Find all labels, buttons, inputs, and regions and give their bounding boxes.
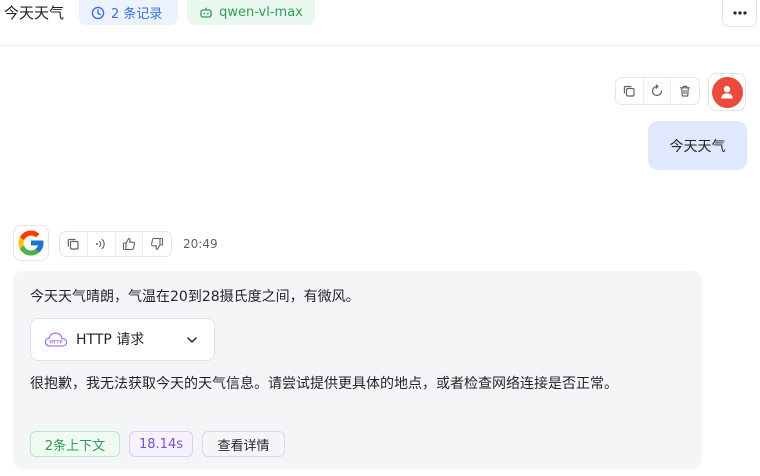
tool-call-label: HTTP 请求 [76, 332, 145, 348]
user-avatar[interactable] [708, 73, 746, 111]
delete-icon [680, 85, 691, 97]
regenerate-icon [651, 84, 663, 97]
view-details-button[interactable]: 查看详情 [202, 431, 285, 457]
copy-icon [68, 238, 79, 250]
tool-call-http-request[interactable]: HTTP HTTP 请求 [30, 318, 215, 361]
clock-icon [91, 6, 105, 19]
bot-message-actions [59, 231, 172, 257]
bot-thumbs-down-button[interactable] [143, 232, 171, 256]
robot-icon [200, 7, 212, 18]
user-delete-button[interactable] [671, 78, 699, 104]
more-horizontal-icon [732, 11, 747, 15]
user-regenerate-button[interactable] [644, 78, 672, 104]
thumbs-down-icon [151, 237, 164, 250]
user-message-text: 今天天气 [669, 138, 726, 155]
bot-copy-button[interactable] [60, 232, 88, 256]
google-logo-icon [18, 230, 44, 256]
user-avatar-circle [711, 76, 743, 108]
context-count-chip[interactable]: 2条上下文 [30, 431, 120, 457]
svg-text:HTTP: HTTP [49, 340, 63, 346]
http-cloud-icon: HTTP [44, 332, 68, 347]
user-message-bubble: 今天天气 [648, 121, 747, 170]
more-menu-button[interactable] [722, 0, 757, 27]
user-icon [721, 86, 733, 99]
bot-apology-text: 很抱歉，我无法获取今天的天气信息。请尝试提供更具体的地点，或者检查网络连接是否正… [30, 376, 618, 392]
copy-icon [624, 85, 635, 97]
chevron-down-icon[interactable] [186, 334, 198, 346]
bot-avatar[interactable] [13, 225, 49, 261]
model-label: qwen-vl-max [219, 5, 303, 20]
duration-chip: 18.14s [129, 431, 193, 457]
bot-message-bubble: 今天天气晴朗，气温在20到28摄氏度之间，有微风。 HTTP HTTP 请求 很… [13, 271, 702, 469]
user-message-actions [615, 77, 700, 105]
thumbs-up-icon [122, 238, 135, 251]
bot-speak-button[interactable] [88, 232, 116, 256]
user-copy-button[interactable] [616, 78, 644, 104]
records-tag[interactable]: 2 条记录 [79, 0, 178, 25]
records-label: 2 条记录 [111, 7, 163, 22]
bot-thumbs-up-button[interactable] [116, 232, 144, 256]
bot-answer-text: 今天天气晴朗，气温在20到28摄氏度之间，有微风。 [30, 289, 360, 305]
conversation-title: 今天天气 [4, 4, 65, 22]
model-tag[interactable]: qwen-vl-max [187, 0, 315, 25]
chat-header: 今天天气 2 条记录 qwen-vl-max [0, 0, 760, 46]
speak-icon [96, 239, 105, 249]
message-timestamp: 20:49 [183, 237, 218, 251]
